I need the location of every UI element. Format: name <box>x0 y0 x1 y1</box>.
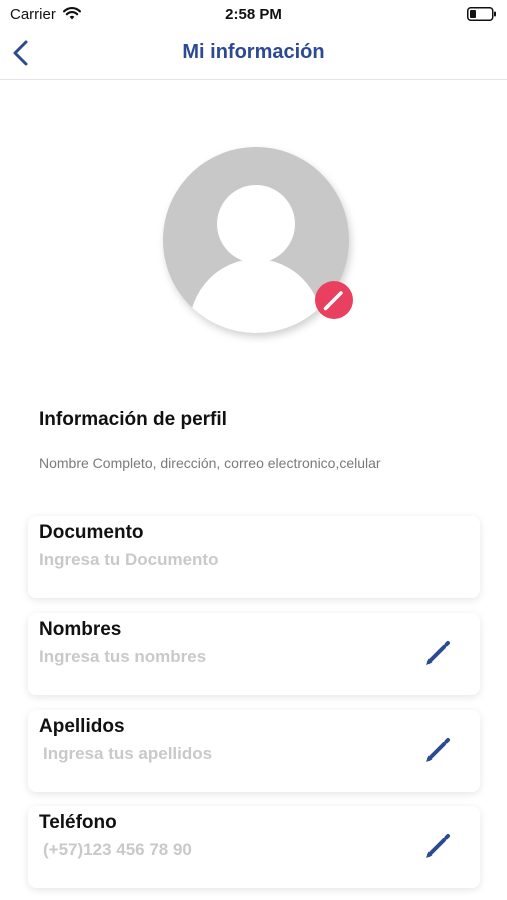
status-bar: Carrier 2:58 PM <box>0 0 507 28</box>
nombres-input[interactable] <box>39 645 399 669</box>
edit-nombres-button[interactable] <box>422 637 454 669</box>
field-label: Apellidos <box>39 716 125 737</box>
edit-apellidos-button[interactable] <box>422 734 454 766</box>
edit-photo-button[interactable] <box>315 281 353 319</box>
edit-telefono-button[interactable] <box>422 830 454 862</box>
clock: 2:58 PM <box>225 6 282 23</box>
field-label: Teléfono <box>39 812 117 833</box>
telefono-input[interactable] <box>43 838 403 862</box>
profile-section-title: Información de perfil <box>39 409 227 430</box>
apellidos-input[interactable] <box>43 742 403 766</box>
pencil-icon <box>426 738 450 762</box>
nav-bar: Mi información <box>0 28 507 80</box>
field-card-telefono: Teléfono <box>28 806 480 888</box>
page-title: Mi información <box>182 41 325 63</box>
battery-icon <box>467 7 497 21</box>
pencil-icon <box>323 291 343 311</box>
field-card-apellidos: Apellidos <box>28 710 480 792</box>
pencil-icon <box>426 641 450 665</box>
field-card-nombres: Nombres <box>28 613 480 695</box>
documento-input[interactable] <box>39 548 399 572</box>
pencil-icon <box>426 834 450 858</box>
field-label: Documento <box>39 522 144 543</box>
profile-section-description: Nombre Completo, dirección, correo elect… <box>39 455 381 471</box>
field-label: Nombres <box>39 619 122 640</box>
field-card-documento: Documento <box>28 516 480 598</box>
